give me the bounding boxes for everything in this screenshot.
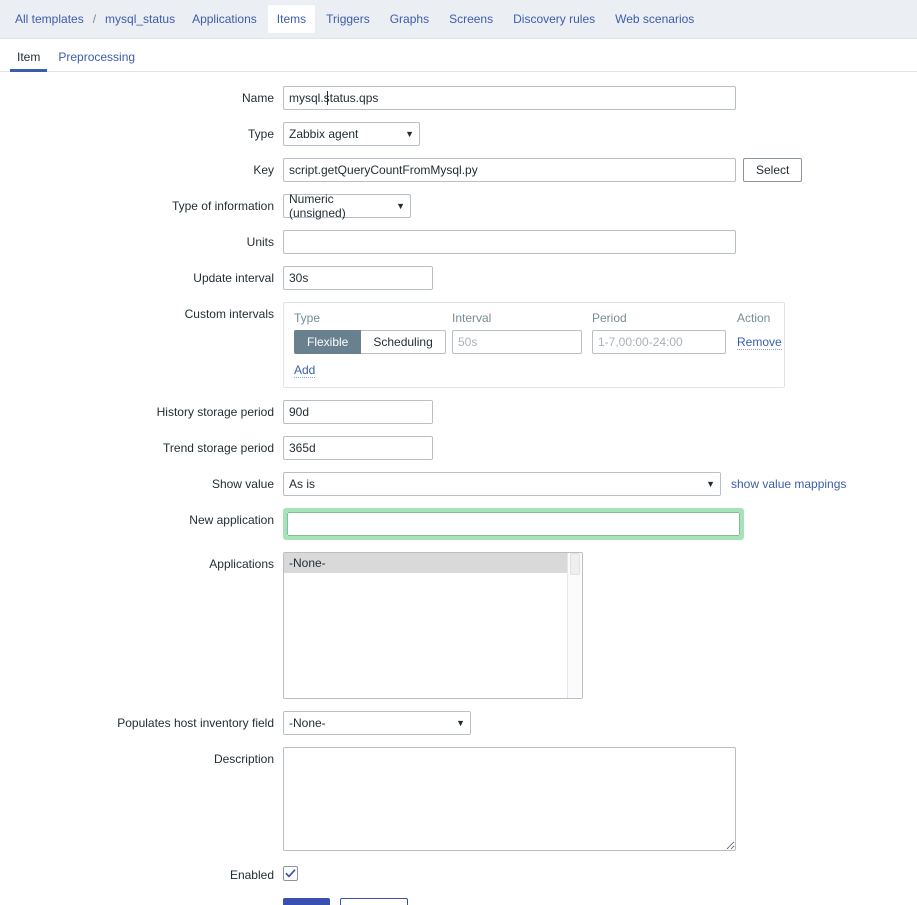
- custom-intervals-add-link[interactable]: Add: [294, 363, 316, 378]
- type-of-information-select[interactable]: Numeric (unsigned) ▼: [283, 192, 411, 220]
- label-show-value: Show value: [211, 477, 274, 491]
- label-update-interval: Update interval: [193, 271, 274, 285]
- label-custom-intervals: Custom intervals: [184, 307, 274, 321]
- history-storage-period-input[interactable]: [283, 400, 433, 424]
- text-caret: [327, 91, 328, 105]
- item-configuration-form: Name Type Zabbix agent ▼ Key Select Type…: [0, 72, 917, 905]
- custom-interval-remove-link[interactable]: Remove: [737, 335, 782, 350]
- custom-interval-row: Flexible Scheduling Remove: [294, 330, 782, 354]
- form-action-buttons: Add Cancel: [283, 898, 409, 905]
- trend-storage-period-input[interactable]: [283, 436, 433, 460]
- key-select-button[interactable]: Select: [743, 158, 803, 182]
- custom-intervals-add-wrapper: Add: [294, 354, 774, 378]
- label-description: Description: [213, 752, 274, 766]
- chevron-down-icon: ▼: [405, 128, 414, 139]
- scrollbar-thumb[interactable]: [570, 553, 580, 575]
- item-form-tabs: Item Preprocessing: [0, 39, 917, 72]
- field-row-enabled: Enabled: [0, 863, 917, 882]
- label-populates-host-inventory-field: Populates host inventory field: [117, 716, 274, 730]
- label-trend-storage-period: Trend storage period: [163, 441, 274, 455]
- label-history-storage-period: History storage period: [156, 405, 274, 419]
- name-input-wrapper: [283, 86, 736, 110]
- field-row-type-of-information: Type of information Numeric (unsigned) ▼: [0, 192, 917, 220]
- applications-option-none[interactable]: -None-: [284, 553, 567, 573]
- applications-listbox[interactable]: -None-: [283, 552, 583, 699]
- new-application-focus-ring: [283, 508, 744, 540]
- enabled-checkbox[interactable]: [283, 866, 298, 881]
- field-row-show-value: Show value As is ▼ show value mappings: [0, 472, 917, 496]
- nav-item-triggers[interactable]: Triggers: [317, 5, 379, 33]
- units-input[interactable]: [283, 230, 736, 254]
- field-row-history-storage-period: History storage period: [0, 400, 917, 424]
- nav-item-items[interactable]: Items: [267, 5, 316, 33]
- show-value-value: As is: [289, 477, 316, 491]
- chevron-down-icon: ▼: [396, 200, 405, 211]
- top-navigation-bar: All templates / mysql_status Application…: [0, 0, 917, 39]
- field-row-key: Key Select: [0, 158, 917, 182]
- name-input[interactable]: [283, 86, 736, 110]
- cancel-button[interactable]: Cancel: [340, 898, 409, 905]
- tab-preprocessing[interactable]: Preprocessing: [49, 45, 144, 71]
- field-row-trend-storage-period: Trend storage period: [0, 436, 917, 460]
- nav-item-applications[interactable]: Applications: [183, 5, 266, 33]
- nav-item-discovery-rules[interactable]: Discovery rules: [504, 5, 604, 33]
- field-row-type: Type Zabbix agent ▼: [0, 122, 917, 146]
- type-select[interactable]: Zabbix agent ▼: [283, 122, 420, 146]
- type-of-information-value: Numeric (unsigned): [289, 192, 346, 220]
- field-row-description: Description: [0, 747, 917, 851]
- field-row-units: Units: [0, 230, 917, 254]
- header-action: Action: [737, 311, 771, 325]
- show-value-select[interactable]: As is ▼: [283, 472, 721, 496]
- new-application-input[interactable]: [287, 512, 740, 536]
- label-name: Name: [241, 91, 274, 105]
- populates-host-inventory-field-value: -None-: [289, 716, 326, 730]
- field-row-populates-host-inventory-field: Populates host inventory field -None- ▼: [0, 711, 917, 735]
- header-period: Period: [592, 311, 627, 325]
- checkmark-icon: [285, 869, 296, 878]
- header-interval: Interval: [452, 311, 492, 325]
- add-button[interactable]: Add: [283, 898, 331, 905]
- chevron-down-icon: ▼: [706, 478, 715, 489]
- label-type-of-information: Type of information: [171, 199, 274, 213]
- breadcrumb-mysql-status[interactable]: mysql_status: [98, 0, 182, 38]
- custom-intervals-header-row: Type Interval Period Action: [294, 311, 774, 330]
- label-type: Type: [247, 127, 274, 141]
- type-select-value: Zabbix agent: [289, 127, 359, 141]
- field-row-new-application: New application: [0, 508, 917, 540]
- label-key: Key: [253, 163, 274, 177]
- tab-item[interactable]: Item: [8, 45, 49, 72]
- custom-interval-delay-input[interactable]: [452, 330, 582, 354]
- label-units: Units: [246, 235, 274, 249]
- label-new-application: New application: [189, 513, 274, 527]
- field-row-name: Name: [0, 86, 917, 110]
- chevron-down-icon: ▼: [456, 717, 465, 728]
- select-button-wrapper: Select: [736, 158, 803, 182]
- header-type: Type: [294, 311, 321, 325]
- nav-item-web-scenarios[interactable]: Web scenarios: [606, 5, 703, 33]
- show-value-mappings-wrapper: show value mappings: [721, 472, 846, 491]
- interval-type-toggle: Flexible Scheduling: [294, 330, 446, 354]
- breadcrumb-all-templates[interactable]: All templates: [8, 0, 91, 38]
- field-row-custom-intervals: Custom intervals Type Interval Period Ac…: [0, 302, 917, 388]
- update-interval-input[interactable]: [283, 266, 433, 290]
- populates-host-inventory-field-select[interactable]: -None- ▼: [283, 711, 471, 735]
- field-row-form-actions: Add Cancel: [0, 898, 917, 905]
- label-enabled: Enabled: [229, 868, 274, 882]
- interval-type-flexible-button[interactable]: Flexible: [294, 330, 362, 354]
- field-row-applications: Applications -None-: [0, 552, 917, 699]
- label-applications: Applications: [209, 557, 274, 571]
- key-input[interactable]: [283, 158, 736, 182]
- nav-item-graphs[interactable]: Graphs: [381, 5, 438, 33]
- show-value-mappings-link[interactable]: show value mappings: [731, 477, 846, 491]
- field-row-update-interval: Update interval: [0, 266, 917, 290]
- description-textarea[interactable]: [283, 747, 736, 851]
- custom-intervals-table: Type Interval Period Action Flexible Sch…: [283, 302, 785, 388]
- custom-interval-period-input[interactable]: [592, 330, 726, 354]
- applications-listbox-options: -None-: [284, 553, 567, 698]
- applications-listbox-scrollbar[interactable]: [567, 553, 582, 698]
- breadcrumb-separator: /: [92, 12, 97, 26]
- nav-item-screens[interactable]: Screens: [440, 5, 502, 33]
- form-actions-spacer: [0, 898, 283, 903]
- interval-type-scheduling-button[interactable]: Scheduling: [361, 330, 446, 354]
